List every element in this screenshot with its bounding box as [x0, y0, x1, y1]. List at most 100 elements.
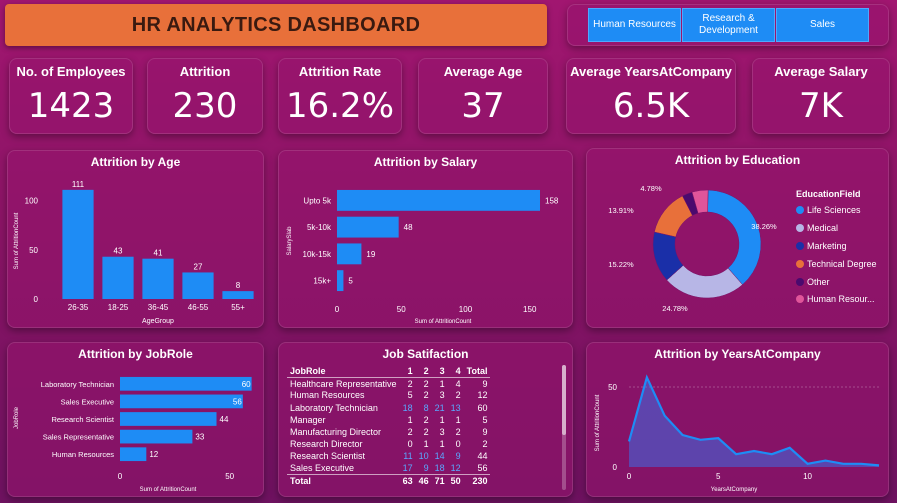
row-label: Manufacturing Director — [290, 427, 382, 438]
bar — [120, 394, 243, 409]
table-cell: 2 — [423, 414, 429, 425]
table-cell: 71 — [431, 474, 448, 487]
legend-dot — [796, 242, 804, 250]
job-satisfaction-panel: Job Satifaction JobRole 1 2 3 4 Total Healthca… — [278, 342, 573, 497]
table-cell: 0 — [455, 439, 461, 450]
legend-item-technical-degree[interactable]: Technical Degree — [796, 259, 877, 269]
dept-button-research-development[interactable]: Research & Development — [682, 8, 775, 42]
legend-item-human-resources[interactable]: Human Resour... — [796, 294, 875, 304]
table-cell: 9 — [482, 378, 488, 389]
x-tick-label: 50 — [225, 472, 234, 481]
legend-item-medical[interactable]: Medical — [796, 223, 838, 233]
x-tick-label: 0 — [335, 305, 340, 314]
table-cell: 1 — [423, 439, 429, 450]
table-cell: 2 — [407, 378, 413, 389]
table-cell: 18 — [434, 463, 445, 474]
kpi-card-employees: No. of Employees 1423 — [9, 58, 133, 134]
x-axis-label: AgeGroup — [142, 318, 174, 325]
column-header[interactable]: 4 — [447, 365, 464, 378]
legend-dot — [796, 278, 804, 286]
legend-item-life-sciences[interactable]: Life Sciences — [796, 205, 861, 215]
kpi-value: 7K — [799, 86, 843, 126]
table-row: Laboratory Technician 18 8 21 13 60 — [287, 402, 490, 414]
bar — [337, 189, 541, 211]
legend-label: Life Sciences — [807, 205, 861, 215]
table-row: Manufacturing Director 2 2 3 2 9 — [287, 426, 490, 438]
kpi-card-average-salary: Average Salary 7K — [752, 58, 890, 134]
table-row: Human Resources 5 2 3 2 12 — [287, 389, 490, 401]
x-tick-label: 26-35 — [68, 303, 89, 312]
table-row: Healthcare Representative 2 2 1 4 9 — [287, 377, 490, 389]
table-cell: 3 — [439, 427, 445, 438]
x-tick-label: 50 — [397, 305, 406, 314]
chart-age-svg: 0 50 100 111 26-35 43 18-25 41 36-45 27 46-55 8 55+ A… — [14, 180, 254, 325]
legend-dot — [796, 260, 804, 268]
table-cell: 4 — [455, 378, 461, 389]
table-cell: 230 — [463, 474, 491, 487]
y-tick-label: 100 — [25, 197, 39, 206]
table-cell: 2 — [423, 427, 429, 438]
dept-button-human-resources[interactable]: Human Resources — [588, 8, 681, 42]
kpi-value: 6.5K — [612, 86, 690, 126]
kpi-card-average-years: Average YearsAtCompany 6.5K — [566, 58, 736, 134]
table-cell: 2 — [423, 390, 429, 401]
y-tick-label: 0 — [34, 295, 39, 304]
column-header[interactable]: 1 — [399, 365, 416, 378]
x-tick-label: 36-45 — [148, 303, 169, 312]
y-axis-label: Sum of AttritionCount — [14, 212, 20, 269]
y-tick-label: Sales Executive — [61, 397, 114, 406]
dept-button-sales[interactable]: Sales — [776, 8, 869, 42]
legend-item-other[interactable]: Other — [796, 277, 830, 287]
bar — [120, 376, 252, 391]
table-cell: 13 — [450, 402, 461, 413]
column-header[interactable]: Total — [463, 365, 491, 378]
bar — [337, 216, 399, 238]
table-cell: 1 — [439, 439, 445, 450]
table-cell: 9 — [482, 427, 488, 438]
x-tick-label: 150 — [523, 305, 537, 314]
x-tick-label: 46-55 — [188, 303, 209, 312]
donut-slice — [707, 189, 762, 286]
table-cell: 56 — [477, 463, 488, 474]
table-scrollbar-thumb[interactable] — [562, 365, 566, 435]
legend-label: Human Resour... — [807, 294, 875, 304]
table-cell: 9 — [455, 451, 461, 462]
x-tick-label: 18-25 — [108, 303, 129, 312]
legend-label: Other — [807, 277, 830, 287]
legend-item-marketing[interactable]: Marketing — [796, 241, 847, 251]
kpi-value: 230 — [172, 86, 238, 126]
x-tick-label: 100 — [459, 305, 473, 314]
bar — [142, 258, 174, 299]
data-label: 5 — [348, 277, 353, 286]
row-label: Research Director — [290, 439, 363, 450]
department-slicer: Human Resources Research & Development S… — [567, 4, 889, 46]
legend-label: Technical Degree — [807, 259, 877, 269]
x-tick-label: 55+ — [231, 303, 245, 312]
y-tick-label: Human Resources — [52, 450, 114, 459]
legend-dot — [796, 224, 804, 232]
kpi-value: 37 — [461, 86, 505, 126]
y-tick-label: 50 — [608, 383, 617, 392]
data-label: 56 — [233, 397, 242, 406]
y-axis-label: SalarySlab — [287, 226, 293, 256]
area-fill — [629, 377, 879, 467]
table-cell: 17 — [402, 463, 413, 474]
data-label: 12 — [149, 450, 158, 459]
legend-title: EducationField — [796, 189, 861, 199]
table-scrollbar[interactable] — [562, 365, 566, 490]
chart-jobrole-svg: 60 Laboratory Technician 56 Sales Executive… — [14, 376, 252, 493]
column-header[interactable]: 3 — [431, 365, 448, 378]
slice-label: 4.78% — [640, 184, 662, 193]
kpi-label: Attrition Rate — [298, 64, 382, 79]
job-satisfaction-table: JobRole 1 2 3 4 Total Healthcare Representativ… — [287, 365, 491, 487]
column-header[interactable]: JobRole — [287, 365, 400, 378]
chart-panel-years: Attrition by YearsAtCompany 0 50 0 5 10 Years… — [586, 342, 889, 497]
bar — [102, 256, 134, 299]
table-cell: 44 — [477, 451, 488, 462]
column-header[interactable]: 2 — [415, 365, 432, 378]
y-tick-label: Sales Representative — [43, 433, 114, 442]
bar — [337, 243, 362, 265]
table-cell: 10 — [418, 451, 429, 462]
table-cell: 3 — [439, 390, 445, 401]
bar — [120, 447, 147, 462]
